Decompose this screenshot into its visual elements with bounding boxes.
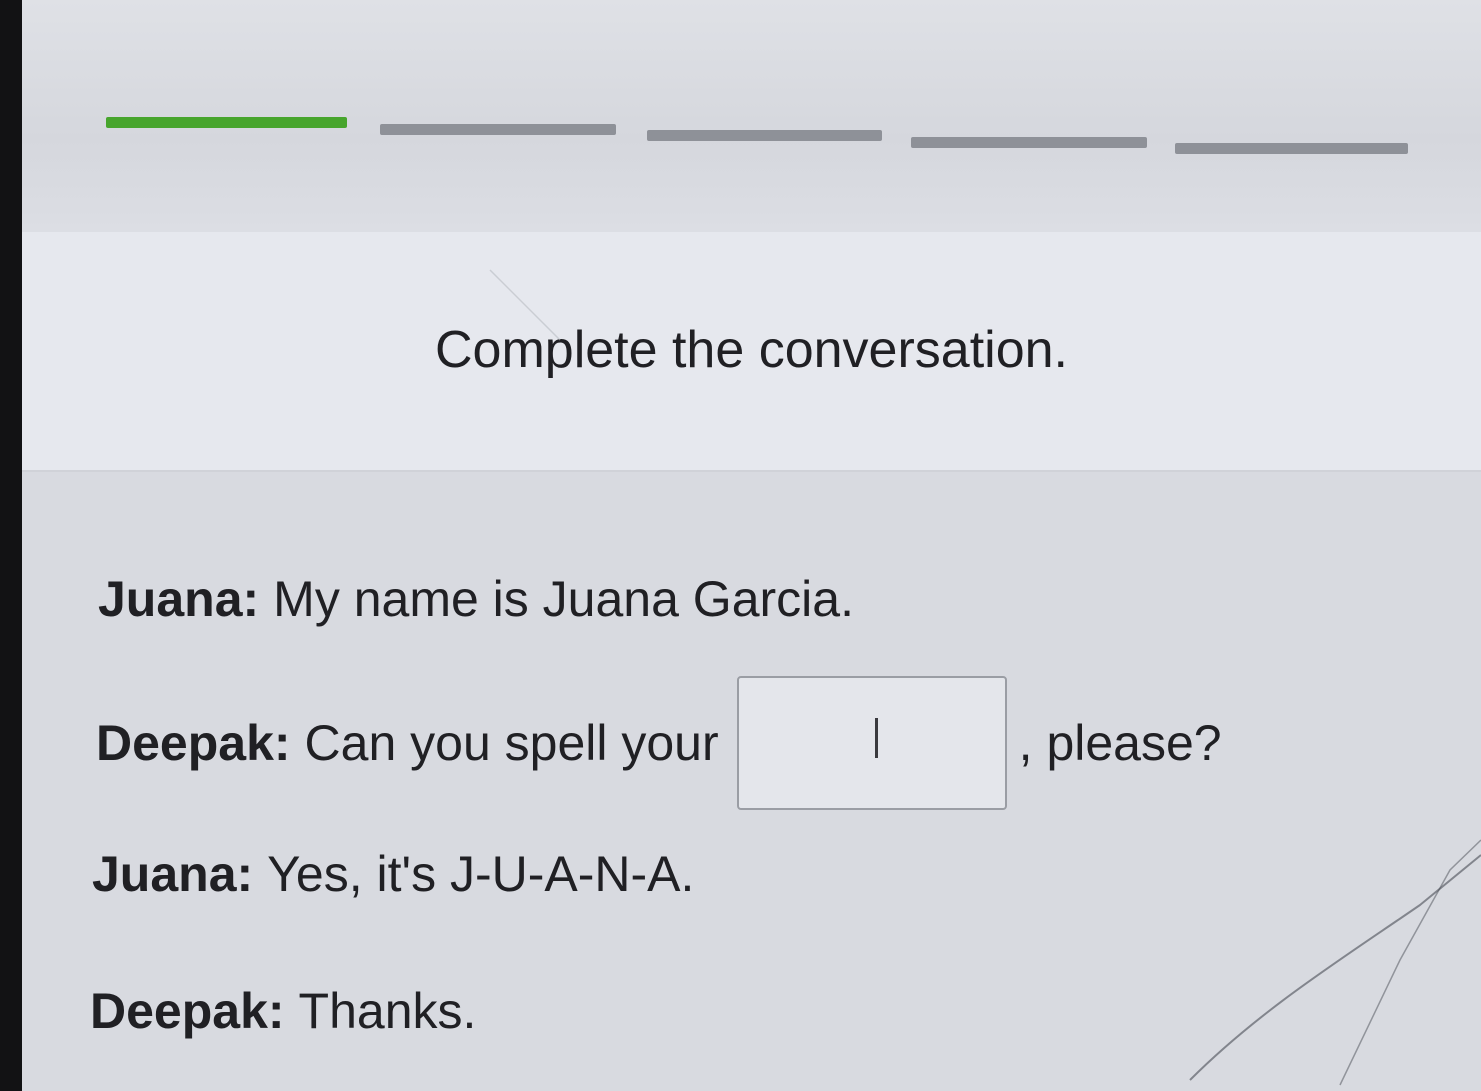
- dialogue-text: Thanks.: [298, 983, 477, 1039]
- progress-bar: [106, 117, 1408, 157]
- text-caret: [874, 718, 878, 758]
- dialogue-line-4: Deepak: Thanks.: [90, 982, 476, 1040]
- dialogue-text: Yes, it's J-U-A-N-A.: [267, 846, 695, 902]
- instruction-heading: Complete the conversation.: [434, 321, 1068, 379]
- dialogue-text-after: , please?: [1018, 715, 1222, 771]
- progress-segment-3: [647, 130, 882, 141]
- dialogue-text: My name is Juana Garcia.: [273, 571, 854, 627]
- device-bezel: [0, 0, 22, 1091]
- speaker-label: Deepak:: [90, 983, 285, 1039]
- speaker-label: Juana:: [92, 846, 254, 902]
- dialogue-text-before: Can you spell your: [304, 715, 719, 771]
- screen: Complete the conversation. Juana: My nam…: [22, 0, 1481, 1091]
- dialogue-line-1: Juana: My name is Juana Garcia.: [98, 570, 854, 628]
- progress-segment-1: [106, 117, 347, 128]
- progress-segment-4: [911, 137, 1147, 148]
- header-band: [22, 0, 1481, 232]
- speaker-label: Deepak:: [96, 715, 291, 771]
- progress-segment-2: [380, 124, 616, 135]
- progress-segment-5: [1175, 143, 1408, 154]
- dialogue-line-3: Juana: Yes, it's J-U-A-N-A.: [92, 845, 694, 903]
- speaker-label: Juana:: [98, 571, 260, 627]
- dialogue-line-2: Deepak: Can you spell your , please?: [96, 676, 1222, 810]
- answer-input[interactable]: [736, 676, 1007, 810]
